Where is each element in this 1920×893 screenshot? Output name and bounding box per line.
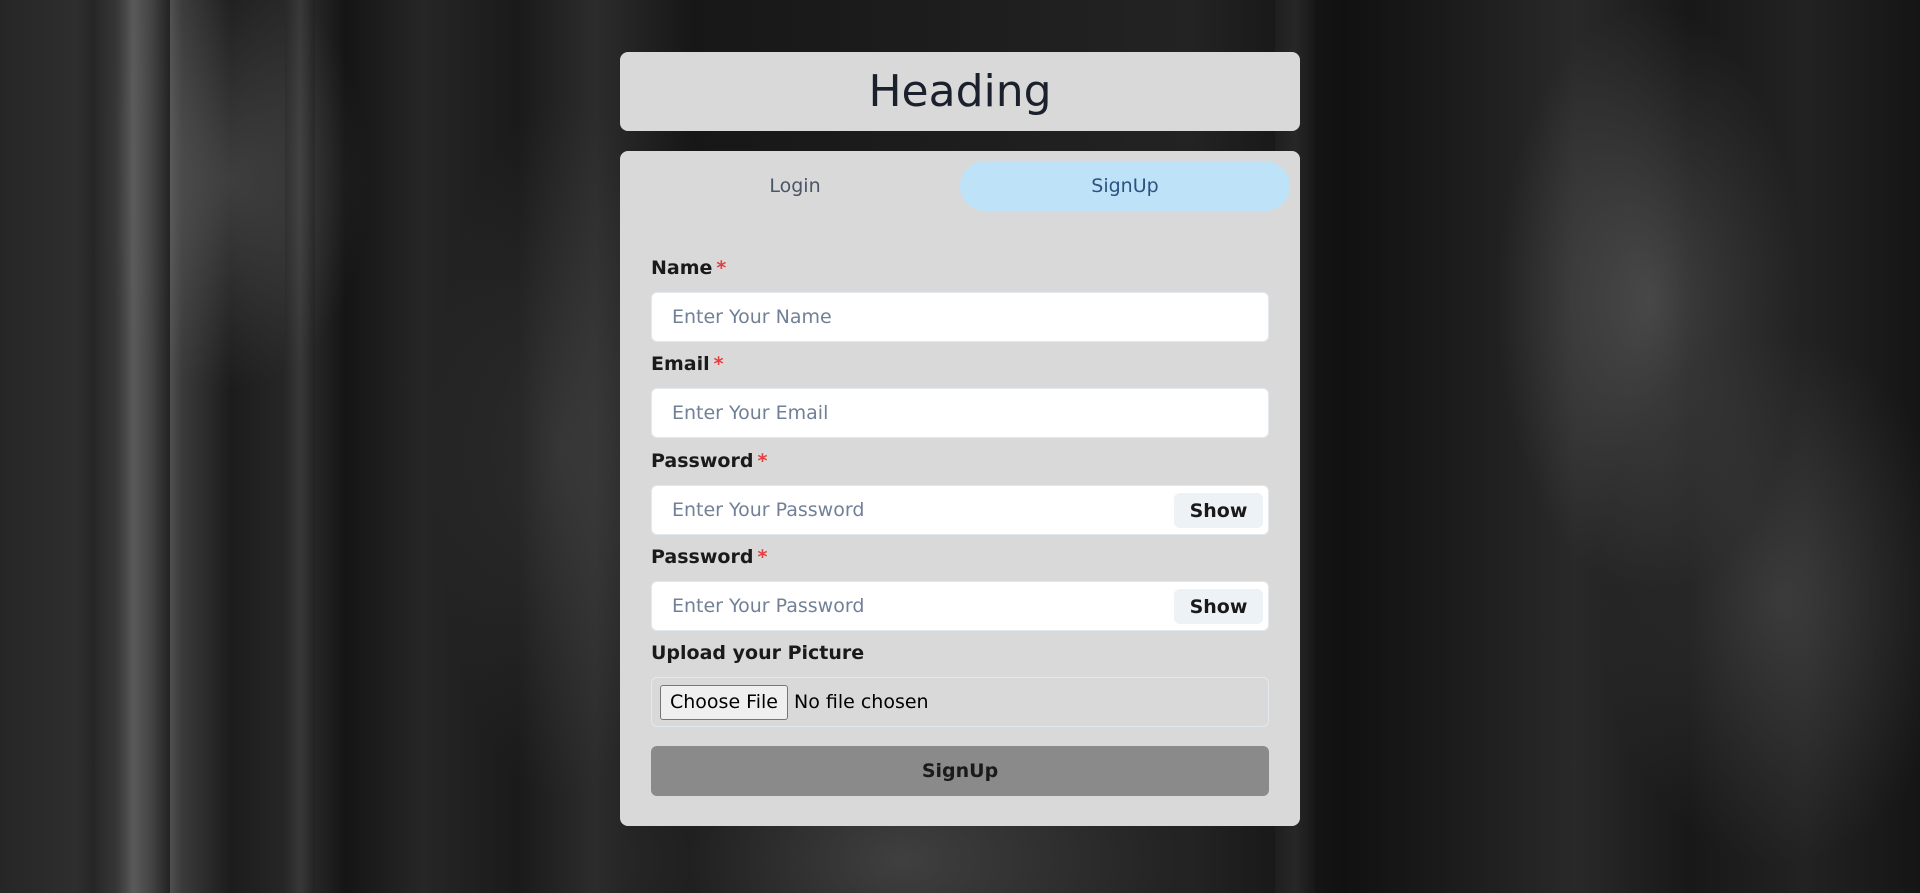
choose-file-button[interactable]: Choose File (660, 684, 788, 720)
file-status-text: No file chosen (793, 691, 929, 713)
auth-form-card: Login SignUp Name* Email* Password* Show… (620, 151, 1300, 826)
required-marker: * (713, 353, 724, 375)
required-marker: * (757, 546, 768, 568)
signup-submit-button[interactable]: SignUp (651, 746, 1269, 796)
background-tree-trunk (285, 0, 315, 893)
name-label: Name * (651, 257, 727, 279)
auth-tabs: Login SignUp (630, 161, 1290, 211)
picture-upload-group: Upload your Picture Choose File No file … (651, 639, 1269, 727)
tab-signup[interactable]: SignUp (960, 161, 1290, 211)
email-input-wrapper (651, 388, 1269, 438)
required-marker: * (757, 450, 768, 472)
email-label: Email * (651, 353, 724, 375)
password-field-group: Password * Show (651, 447, 1269, 535)
required-marker: * (716, 257, 727, 279)
confirm-password-input-wrapper: Show (651, 581, 1269, 631)
password-label: Password * (651, 450, 768, 472)
confirm-password-field-group: Password * Show (651, 543, 1269, 631)
password-input-wrapper: Show (651, 485, 1269, 535)
name-input[interactable] (652, 292, 1268, 342)
confirm-password-label: Password * (651, 546, 768, 568)
background-tree-trunk (95, 0, 170, 893)
email-field-group: Email * (651, 350, 1269, 438)
file-input[interactable]: Choose File No file chosen (651, 677, 1269, 727)
email-input[interactable] (652, 388, 1268, 438)
show-confirm-password-button[interactable]: Show (1174, 589, 1263, 624)
name-input-wrapper (651, 292, 1269, 342)
name-field-group: Name * (651, 254, 1269, 342)
heading-card: Heading (620, 52, 1300, 131)
tab-login[interactable]: Login (630, 161, 960, 211)
upload-label: Upload your Picture (651, 642, 865, 664)
page-heading: Heading (868, 66, 1052, 117)
show-password-button[interactable]: Show (1174, 493, 1263, 528)
